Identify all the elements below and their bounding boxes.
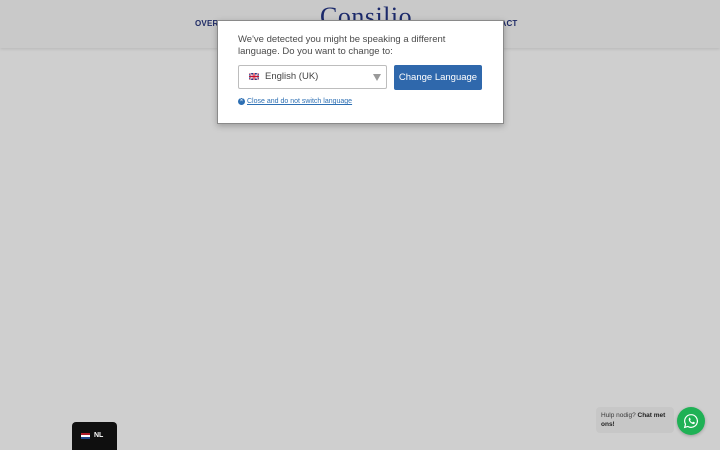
chevron-down-icon	[373, 74, 381, 81]
language-switcher[interactable]: NL	[72, 422, 117, 450]
language-select[interactable]: English (UK)	[238, 65, 387, 89]
chat-prompt-bubble[interactable]: Hulp nodig? Chat met ons!	[596, 407, 674, 433]
whatsapp-chat-button[interactable]	[677, 407, 705, 435]
flag-uk-icon	[249, 73, 259, 80]
close-no-switch-link[interactable]: × Close and do not switch language	[238, 98, 352, 105]
selected-language: English (UK)	[265, 71, 319, 82]
language-switch-dialog: We've detected you might be speaking a d…	[217, 20, 504, 124]
close-circle-icon: ×	[238, 98, 245, 105]
language-switcher-label: NL	[94, 432, 104, 439]
change-language-button[interactable]: Change Language	[394, 65, 482, 90]
whatsapp-icon	[683, 414, 698, 429]
language-detect-message: We've detected you might be speaking a d…	[238, 34, 446, 57]
close-link-label: Close and do not switch language	[247, 98, 353, 105]
chat-prompt-text: Hulp nodig?	[601, 412, 636, 419]
flag-nl-icon	[81, 433, 90, 439]
